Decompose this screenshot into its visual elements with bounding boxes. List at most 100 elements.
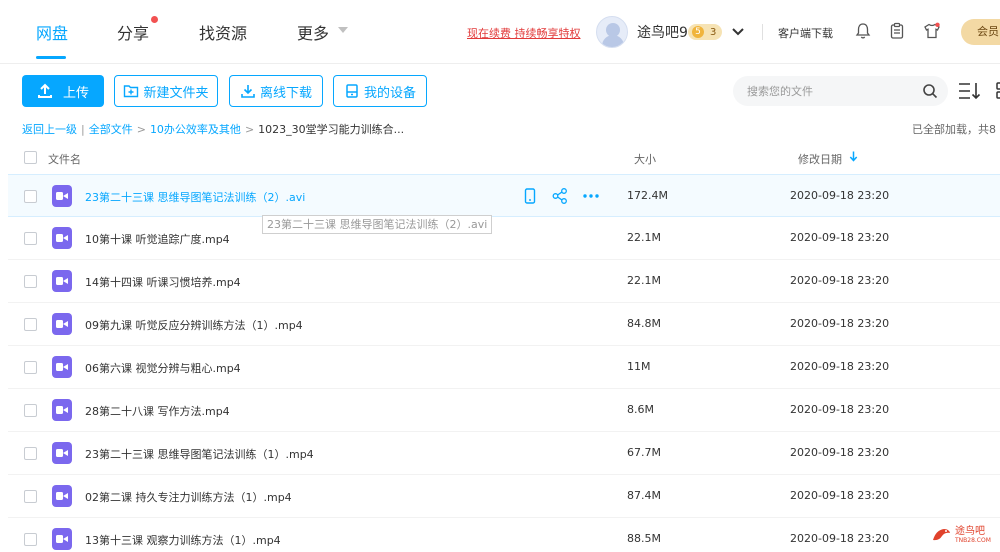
table-row[interactable]: 14第十四课 听课习惯培养.mp4 22.1M 2020-09-18 23:20 <box>8 260 1000 303</box>
breadcrumb-back[interactable]: 返回上一级 <box>22 121 77 137</box>
bird-logo-icon <box>933 529 950 541</box>
phone-send-icon[interactable] <box>521 187 539 205</box>
video-file-icon <box>52 227 72 249</box>
search-input[interactable] <box>747 82 917 100</box>
nav-tab-more[interactable]: 更多 <box>297 20 329 44</box>
row-checkbox[interactable] <box>24 275 37 288</box>
vip-level-a: 5 <box>692 26 704 38</box>
loaded-info: 已全部加载，共8 <box>912 123 996 136</box>
file-size: 22.1M <box>627 274 661 287</box>
client-download-link[interactable]: 客户端下载 <box>778 25 833 41</box>
file-name[interactable]: 23第二十三课 思维导图笔记法训练（1）.mp4 <box>85 446 314 462</box>
vip-badge: 5 3 <box>688 24 722 40</box>
table-row[interactable]: 23第二十三课 思维导图笔记法训练（2）.avi 172.4M 2020-09-… <box>8 174 1000 217</box>
renew-link[interactable]: 现在续费 持续畅享特权 <box>467 25 581 41</box>
table-row[interactable]: 13第十三课 观察力训练方法（1）.mp4 88.5M 2020-09-18 2… <box>8 518 1000 552</box>
file-size: 84.8M <box>627 317 661 330</box>
row-checkbox[interactable] <box>24 404 37 417</box>
file-size: 67.7M <box>627 446 661 459</box>
file-date: 2020-09-18 23:20 <box>790 231 890 244</box>
bell-icon[interactable] <box>854 22 872 40</box>
nav-tab-find-resources[interactable]: 找资源 <box>199 20 247 44</box>
device-icon <box>346 84 358 98</box>
table-row[interactable]: 10第十课 听觉追踪广度.mp4 22.1M 2020-09-18 23:20 <box>8 217 1000 260</box>
username[interactable]: 途鸟吧9 <box>637 22 688 42</box>
search-box <box>733 76 948 106</box>
table-row[interactable]: 06第六课 视觉分辨与粗心.mp4 11M 2020-09-18 23:20 <box>8 346 1000 389</box>
watermark-text-block: 途鸟吧 TNB28.COM <box>955 526 991 544</box>
watermark-subtext: TNB28.COM <box>955 537 991 544</box>
table-row[interactable]: 02第二课 持久专注力训练方法（1）.mp4 87.4M 2020-09-18 … <box>8 475 1000 518</box>
top-nav-bar: 网盘 分享 找资源 更多 现在续费 持续畅享特权 途鸟吧9 5 3 客户端下载 … <box>0 0 1000 64</box>
user-menu-chevron-icon[interactable] <box>731 25 745 39</box>
file-date: 2020-09-18 23:20 <box>790 446 890 459</box>
file-date: 2020-09-18 23:20 <box>790 360 890 373</box>
row-checkbox[interactable] <box>24 533 37 546</box>
new-folder-icon <box>124 85 139 98</box>
nav-active-underline <box>36 56 66 59</box>
search-icon[interactable] <box>922 83 938 99</box>
more-options-icon[interactable] <box>582 187 600 205</box>
video-file-icon <box>52 313 72 335</box>
share-icon[interactable] <box>551 187 569 205</box>
file-name[interactable]: 14第十四课 听课习惯培养.mp4 <box>85 274 241 290</box>
my-devices-button[interactable]: 我的设备 <box>333 75 427 107</box>
video-file-icon <box>52 442 72 464</box>
table-row[interactable]: 09第九课 听觉反应分辨训练方法（1）.mp4 84.8M 2020-09-18… <box>8 303 1000 346</box>
file-date: 2020-09-18 23:20 <box>790 403 890 416</box>
video-file-icon <box>52 528 72 550</box>
my-devices-button-label: 我的设备 <box>363 85 416 101</box>
file-date: 2020-09-18 23:20 <box>790 274 890 287</box>
watermark-text: 途鸟吧 <box>955 526 985 537</box>
file-date: 2020-09-18 23:20 <box>790 489 890 502</box>
nav-tab-share[interactable]: 分享 <box>117 20 149 44</box>
sort-descending-icon[interactable] <box>849 151 858 162</box>
row-checkbox[interactable] <box>24 490 37 503</box>
header-file-name[interactable]: 文件名 <box>48 151 81 167</box>
table-row[interactable]: 28第二十八课 写作方法.mp4 8.6M 2020-09-18 23:20 <box>8 389 1000 432</box>
row-checkbox[interactable] <box>24 361 37 374</box>
breadcrumb-chevron: > <box>244 122 255 136</box>
breadcrumb-all-files[interactable]: 全部文件 <box>89 121 133 137</box>
video-file-icon <box>52 356 72 378</box>
toolbar: 上传 新建文件夹 离线下载 我的设备 <box>0 64 1000 120</box>
file-size: 8.6M <box>627 403 654 416</box>
nav-tab-netdisk[interactable]: 网盘 <box>36 20 68 44</box>
table-row[interactable]: 23第二十三课 思维导图笔记法训练（1）.mp4 67.7M 2020-09-1… <box>8 432 1000 475</box>
breadcrumb-separator: | <box>81 122 85 136</box>
breadcrumb-folder[interactable]: 10办公效率及其他 <box>150 121 241 137</box>
file-name[interactable]: 06第六课 视觉分辨与粗心.mp4 <box>85 360 241 376</box>
offline-download-button[interactable]: 离线下载 <box>229 75 323 107</box>
file-name[interactable]: 02第二课 持久专注力训练方法（1）.mp4 <box>85 489 292 505</box>
upload-button-label: 上传 <box>62 85 89 101</box>
header-modified-date[interactable]: 修改日期 <box>798 151 842 167</box>
download-icon <box>241 85 255 98</box>
select-all-checkbox[interactable] <box>24 151 37 164</box>
member-button[interactable]: 会员 <box>961 19 1000 45</box>
file-name[interactable]: 23第二十三课 思维导图笔记法训练（2）.avi <box>85 189 305 205</box>
offline-download-button-label: 离线下载 <box>259 85 312 101</box>
clipboard-icon[interactable] <box>888 22 906 40</box>
watermark: 途鸟吧 TNB28.COM <box>930 522 996 548</box>
chevron-down-icon <box>338 27 348 33</box>
new-folder-button[interactable]: 新建文件夹 <box>114 75 218 107</box>
avatar[interactable] <box>596 16 628 48</box>
row-checkbox[interactable] <box>24 232 37 245</box>
grid-view-icon[interactable] <box>992 81 1000 101</box>
file-date: 2020-09-18 23:20 <box>790 317 890 330</box>
upload-button[interactable]: 上传 <box>22 75 104 107</box>
breadcrumb-chevron: > <box>136 122 146 136</box>
file-name-tooltip: 23第二十三课 思维导图笔记法训练（2）.avi <box>262 215 493 234</box>
tshirt-skin-icon[interactable] <box>923 22 941 40</box>
file-name[interactable]: 13第十三课 观察力训练方法（1）.mp4 <box>85 532 281 548</box>
file-name[interactable]: 10第十课 听觉追踪广度.mp4 <box>85 231 230 247</box>
file-name[interactable]: 28第二十八课 写作方法.mp4 <box>85 403 230 419</box>
file-name[interactable]: 09第九课 听觉反应分辨训练方法（1）.mp4 <box>85 317 303 333</box>
file-date: 2020-09-18 23:20 <box>790 189 890 202</box>
row-checkbox[interactable] <box>24 318 37 331</box>
sort-list-icon[interactable] <box>958 81 982 101</box>
row-checkbox[interactable] <box>24 447 37 460</box>
header-size[interactable]: 大小 <box>634 151 656 167</box>
row-checkbox[interactable] <box>24 190 37 203</box>
vip-level-b: 3 <box>710 26 717 38</box>
